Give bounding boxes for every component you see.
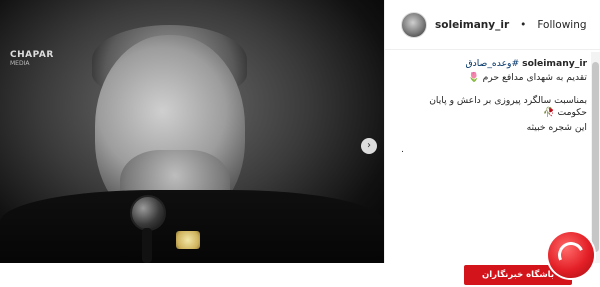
channel-logo-line2: MEDIA <box>10 59 30 67</box>
post-media[interactable]: CHAPAR MEDIA › <box>0 0 384 263</box>
channel-logo: CHAPAR MEDIA <box>10 40 60 76</box>
caption-line-2: بمناسبت سالگرد پیروزی بر داعش و پایان حک… <box>429 94 587 119</box>
watermark-badge: باشگاه خبرنگاران <box>464 232 594 287</box>
microphone <box>130 195 166 231</box>
channel-logo-line1: CHAPAR <box>10 49 54 60</box>
caption-hashtag[interactable]: #وعده_صادق <box>466 58 520 69</box>
caption-line-4: . <box>401 144 404 156</box>
chevron-right-icon[interactable]: › <box>361 138 377 154</box>
watermark-logo-icon <box>548 232 594 278</box>
post-header: soleimany_ir • Following <box>385 0 600 50</box>
post-side-panel: soleimany_ir • Following soleimany_ir #و… <box>384 0 600 263</box>
post-caption: soleimany_ir #وعده_صادق تقدیم به شهدای م… <box>401 58 587 157</box>
microphone-stand <box>142 228 152 263</box>
separator-dot: • <box>520 18 527 31</box>
caption-header-line: soleimany_ir #وعده_صادق <box>401 58 587 70</box>
caption-line-1: تقدیم به شهدای مدافع حرم 🌷 <box>468 72 587 84</box>
username[interactable]: soleimany_ir <box>435 19 509 31</box>
following-button[interactable]: Following <box>537 19 586 31</box>
avatar[interactable] <box>401 11 427 38</box>
brand-logo-icon <box>176 231 200 249</box>
scroll-thumb[interactable] <box>592 62 599 252</box>
image-shoulders <box>0 190 384 263</box>
caption-username[interactable]: soleimany_ir <box>522 58 587 69</box>
caption-line-3: این شجره خبیثه <box>526 121 587 133</box>
swoosh-icon <box>554 238 588 272</box>
